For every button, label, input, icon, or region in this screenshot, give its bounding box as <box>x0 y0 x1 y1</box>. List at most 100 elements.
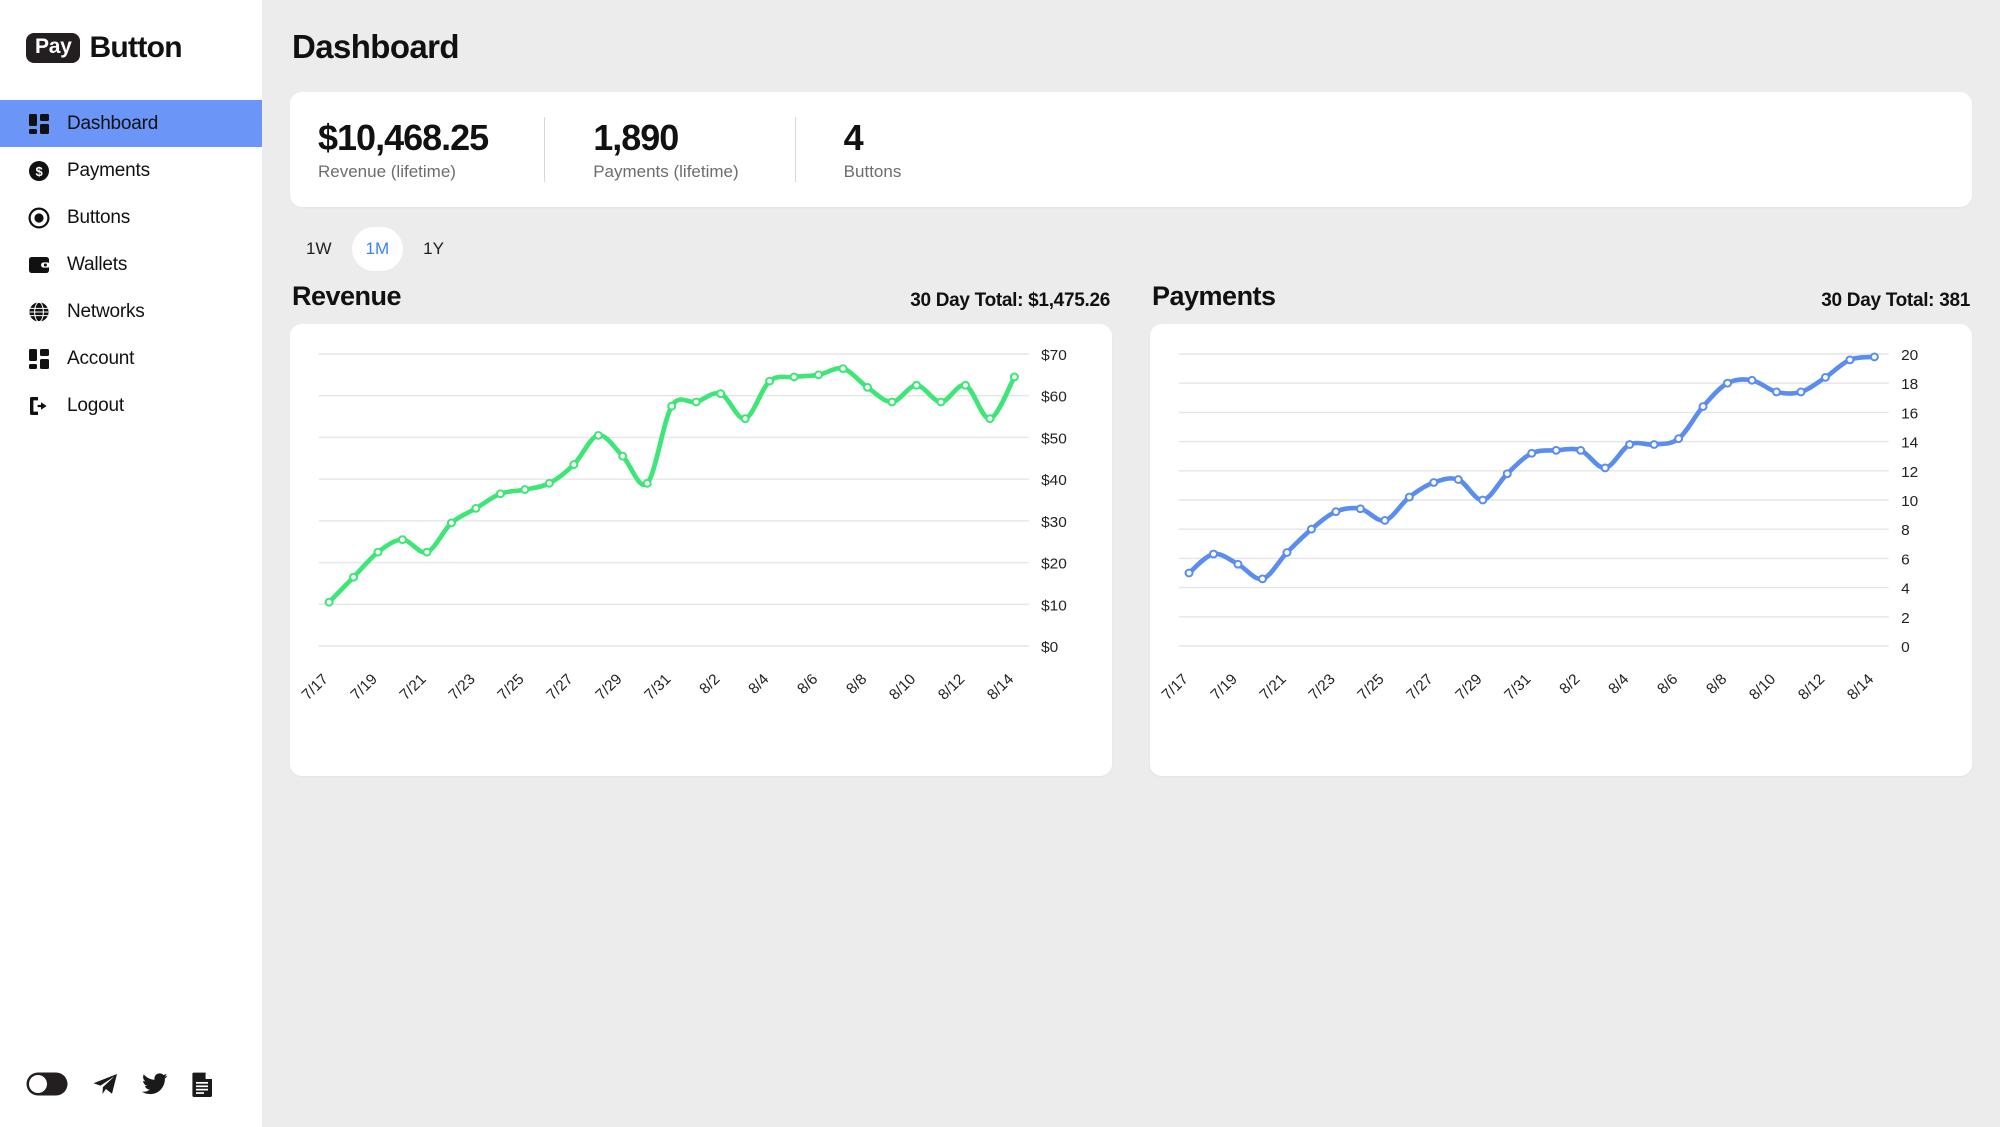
sidebar-item-logout[interactable]: Logout <box>0 382 262 429</box>
data-point[interactable] <box>1233 559 1243 569</box>
x-axis-tick-label: 8/8 <box>1703 671 1730 698</box>
data-point[interactable] <box>373 547 383 557</box>
payments-chart-card[interactable]: 0 2 4 6 8 10 12 14 16 18 20 7/17 7/19 7/21 7/23 7/25 7/2… <box>1150 324 1972 776</box>
telegram-icon[interactable] <box>92 1072 118 1096</box>
x-axis-tick-label: 7/25 <box>494 671 527 703</box>
x-axis-tick-label: 8/10 <box>886 671 919 703</box>
sidebar-item-networks[interactable]: Networks <box>0 288 262 335</box>
data-point[interactable] <box>1747 375 1757 385</box>
data-point[interactable] <box>1625 440 1635 449</box>
sidebar-item-payments[interactable]: $ Payments <box>0 147 262 194</box>
x-axis-tick-label: 7/17 <box>299 671 332 703</box>
data-point[interactable] <box>1845 355 1855 365</box>
data-point[interactable] <box>985 414 995 424</box>
data-point[interactable] <box>593 430 603 440</box>
data-point[interactable] <box>1009 372 1019 382</box>
data-point[interactable] <box>349 572 359 582</box>
sidebar-item-wallets[interactable]: Wallets <box>0 241 262 288</box>
x-axis-tick-label: 7/19 <box>347 671 380 703</box>
data-point[interactable] <box>716 389 726 399</box>
data-point[interactable] <box>446 518 456 528</box>
data-point[interactable] <box>544 478 554 488</box>
dollar-circle-icon: $ <box>27 159 51 183</box>
data-point[interactable] <box>789 372 799 382</box>
data-point[interactable] <box>1649 440 1659 449</box>
data-point[interactable] <box>1502 469 1512 479</box>
data-point[interactable] <box>1257 574 1267 584</box>
range-button-1y[interactable]: 1Y <box>409 227 458 271</box>
data-point[interactable] <box>814 370 824 380</box>
y-axis-tick-label: 18 <box>1901 376 1918 393</box>
data-point[interactable] <box>1674 434 1684 444</box>
data-point[interactable] <box>1869 352 1879 362</box>
data-point[interactable] <box>887 397 897 407</box>
data-point[interactable] <box>838 364 848 373</box>
data-point[interactable] <box>520 485 530 494</box>
data-point[interactable] <box>765 376 775 386</box>
x-axis-tick-label: 8/2 <box>1556 671 1583 698</box>
docs-icon[interactable] <box>192 1071 214 1097</box>
data-point[interactable] <box>324 597 334 607</box>
data-point[interactable] <box>691 397 701 407</box>
y-axis-tick-label: 4 <box>1901 581 1910 598</box>
data-point[interactable] <box>911 380 922 390</box>
sidebar-item-dashboard[interactable]: Dashboard <box>0 100 262 147</box>
data-point[interactable] <box>1600 463 1610 473</box>
x-axis-tick-label: 7/31 <box>1501 671 1534 703</box>
data-point[interactable] <box>397 535 407 545</box>
data-point[interactable] <box>740 414 750 424</box>
x-axis-tick-label: 7/23 <box>445 671 478 703</box>
range-button-1m[interactable]: 1M <box>351 227 404 271</box>
data-point[interactable] <box>863 382 873 392</box>
data-point[interactable] <box>1184 568 1194 578</box>
data-point[interactable] <box>1331 507 1341 517</box>
sidebar-item-label: Account <box>67 347 135 369</box>
data-point[interactable] <box>1404 492 1414 502</box>
data-point[interactable] <box>471 503 481 513</box>
data-point[interactable] <box>960 380 970 390</box>
logout-icon <box>27 394 51 418</box>
data-point[interactable] <box>1355 504 1365 514</box>
data-point[interactable] <box>1478 495 1488 505</box>
sidebar-item-label: Networks <box>67 300 145 322</box>
x-axis-tick-label: 7/23 <box>1305 671 1338 703</box>
data-point[interactable] <box>1796 387 1806 397</box>
data-point[interactable] <box>1306 524 1316 534</box>
data-point[interactable] <box>1429 478 1439 487</box>
data-point[interactable] <box>1771 387 1782 397</box>
x-axis-tick-label: 7/21 <box>396 671 429 703</box>
sidebar-item-label: Dashboard <box>67 112 159 134</box>
data-point[interactable] <box>936 397 946 407</box>
revenue-chart-card[interactable]: $0 $10 $20 $30 $40 $50 $60 $70 7/17 7/19 7/21 7/23 7… <box>290 324 1112 776</box>
data-point[interactable] <box>1527 448 1537 458</box>
x-axis-tick-label: 8/6 <box>794 671 821 698</box>
data-point[interactable] <box>1453 475 1463 484</box>
data-point[interactable] <box>667 401 677 411</box>
data-point[interactable] <box>1698 402 1708 411</box>
data-point[interactable] <box>1209 549 1219 559</box>
data-point[interactable] <box>1723 378 1733 388</box>
payments-chart-svg: 0 2 4 6 8 10 12 14 16 18 20 7/17 7/19 7/21 7/23 7/25 7/2… <box>1159 347 1919 703</box>
data-point[interactable] <box>422 547 432 557</box>
data-point[interactable] <box>618 451 628 461</box>
data-point[interactable] <box>642 478 652 488</box>
sidebar-item-buttons[interactable]: Buttons <box>0 194 262 241</box>
dark-mode-toggle-icon[interactable] <box>26 1072 68 1096</box>
brand-logo[interactable]: Pay Button <box>0 0 262 72</box>
data-point[interactable] <box>1551 445 1561 455</box>
stat-label: Payments (lifetime) <box>593 162 739 182</box>
data-point[interactable] <box>1820 372 1830 382</box>
data-point[interactable] <box>495 489 505 499</box>
data-point[interactable] <box>569 460 579 469</box>
x-axis-tick-label: 8/12 <box>1795 671 1828 703</box>
brand-chip: Pay <box>26 33 81 63</box>
twitter-icon[interactable] <box>142 1073 168 1095</box>
data-point[interactable] <box>1380 516 1390 525</box>
range-button-1w[interactable]: 1W <box>292 227 346 271</box>
stat-revenue: $10,468.25 Revenue (lifetime) <box>318 117 544 182</box>
stat-value: $10,468.25 <box>318 116 489 158</box>
svg-text:$: $ <box>35 164 43 179</box>
sidebar-item-account[interactable]: Account <box>0 335 262 382</box>
data-point[interactable] <box>1282 548 1292 557</box>
data-point[interactable] <box>1576 445 1586 455</box>
